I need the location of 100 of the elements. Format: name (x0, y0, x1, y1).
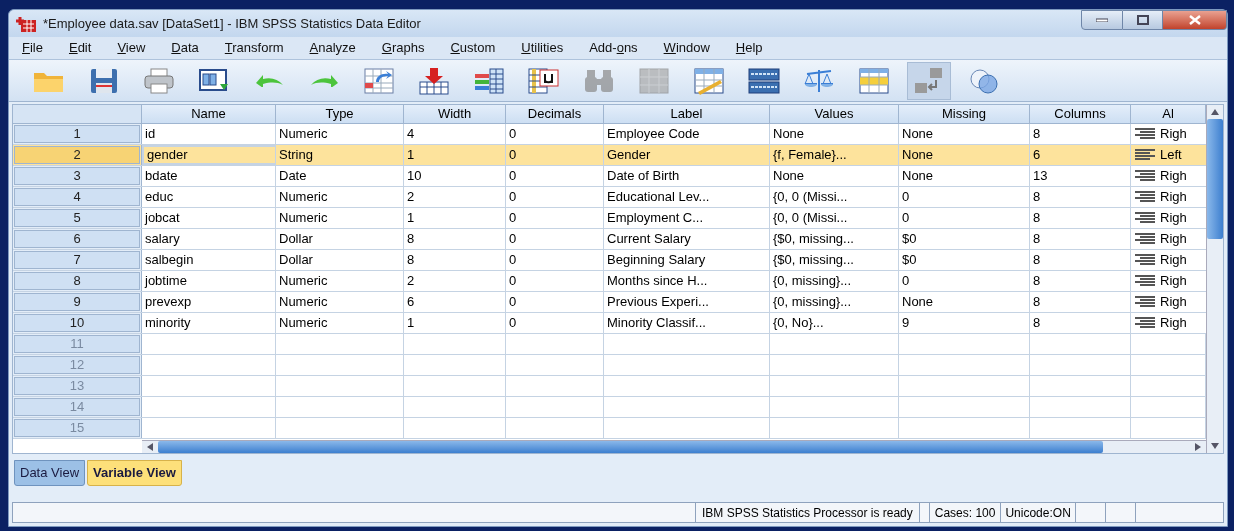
column-header[interactable]: Name (142, 105, 276, 123)
table-cell: Date (276, 166, 404, 186)
column-header[interactable]: Type (276, 105, 404, 123)
table-cell: Numeric (276, 313, 404, 333)
menu-item[interactable]: File (9, 37, 56, 59)
view-tab[interactable]: Data View (14, 460, 85, 486)
table-cell: gender (142, 145, 276, 165)
redo-arrow-icon (310, 74, 338, 87)
table-cell: None (770, 124, 899, 144)
table-cell: Righ (1131, 313, 1206, 333)
table-cell: 0 (899, 271, 1030, 291)
column-header[interactable]: Missing (899, 105, 1030, 123)
table-cell: Educational Lev... (604, 187, 770, 207)
table-cell: Beginning Salary (604, 250, 770, 270)
table-cell: educ (142, 187, 276, 207)
grid-down-arrow-icon (417, 65, 451, 96)
grid-icon (637, 65, 671, 96)
table-cell: Numeric (276, 187, 404, 207)
row-number[interactable]: 4 (14, 188, 140, 206)
table-cell: jobcat (142, 208, 276, 228)
table-cell: Righ (1131, 124, 1206, 144)
grid-arrow-icon (362, 65, 396, 96)
table-cell: minority (142, 313, 276, 333)
table-cell: jobtime (142, 271, 276, 291)
vertical-scrollbar[interactable] (1206, 105, 1223, 453)
table-cell: $0 (899, 229, 1030, 249)
table-cell: Minority Classif... (604, 313, 770, 333)
align-left-icon (1134, 149, 1156, 161)
column-header[interactable]: Label (604, 105, 770, 123)
table-cell: $0 (899, 250, 1030, 270)
row-number[interactable]: 7 (14, 251, 140, 269)
row-number[interactable]: 10 (14, 314, 140, 332)
scroll-down-icon (1211, 443, 1219, 449)
menu-item[interactable]: Custom (437, 37, 509, 59)
horizontal-scrollbar[interactable] (142, 440, 1206, 453)
table-cell: Date of Birth (604, 166, 770, 186)
row-number[interactable]: 6 (14, 230, 140, 248)
table-cell: Righ (1131, 229, 1206, 249)
status-text: Unicode:ON (1001, 503, 1076, 522)
table-cell: {0, No}... (770, 313, 899, 333)
menu-item[interactable]: Analyze (296, 37, 369, 59)
table-cell: 0 (506, 187, 604, 207)
column-header[interactable]: Width (404, 105, 506, 123)
align-right-icon (1134, 296, 1156, 308)
view-tab[interactable]: Variable View (87, 460, 182, 486)
table-cell: Months since H... (604, 271, 770, 291)
menu-item[interactable]: Utilities (508, 37, 577, 59)
grid-ruler-icon (692, 65, 726, 96)
menu-item[interactable]: Help (722, 37, 776, 59)
menu-item[interactable]: Edit (55, 37, 105, 59)
table-cell: {0, 0 (Missi... (770, 187, 899, 207)
table-cell: bdate (142, 166, 276, 186)
table-cell: {0, missing}... (770, 271, 899, 291)
row-number[interactable]: 5 (14, 209, 140, 227)
status-text: IBM SPSS Statistics Processor is ready (696, 503, 920, 522)
menu-item[interactable]: Window (650, 37, 723, 59)
table-cell: salary (142, 229, 276, 249)
column-header[interactable]: Columns (1030, 105, 1131, 123)
table-cell: 8 (1030, 124, 1131, 144)
menu-item[interactable]: View (104, 37, 159, 59)
maximize-button[interactable] (1123, 10, 1163, 30)
menu-item[interactable]: Data (158, 37, 212, 59)
table-cell: 2 (404, 271, 506, 291)
table-cell: Dollar (276, 250, 404, 270)
column-header[interactable]: Al (1131, 105, 1206, 123)
row-number[interactable]: 8 (14, 272, 140, 290)
menu-item[interactable]: Add-ons (576, 37, 651, 59)
table-cell: 13 (1030, 166, 1131, 186)
table-cell: 0 (899, 208, 1030, 228)
table-cell: {0, missing}... (770, 292, 899, 312)
table-cell: None (899, 166, 1030, 186)
table-cell: Righ (1131, 166, 1206, 186)
table-cell: 8 (404, 250, 506, 270)
table-cell: 6 (404, 292, 506, 312)
menu-item[interactable]: Transform (211, 37, 297, 59)
align-right-icon (1134, 128, 1156, 140)
column-header[interactable]: Values (770, 105, 899, 123)
row-number[interactable]: 1 (14, 125, 140, 143)
row-number[interactable]: 3 (14, 167, 140, 185)
table-cell: 0 (506, 313, 604, 333)
menu-item[interactable]: Graphs (368, 37, 438, 59)
table-cell: 8 (404, 229, 506, 249)
table-cell: 0 (506, 271, 604, 291)
row-number[interactable]: 9 (14, 293, 140, 311)
table-cell: 0 (506, 229, 604, 249)
column-header[interactable]: Decimals (506, 105, 604, 123)
table-cell: {$0, missing... (770, 229, 899, 249)
close-icon (1188, 15, 1201, 25)
minimize-icon (1096, 18, 1108, 22)
table-cell: 4 (404, 124, 506, 144)
row-number[interactable]: 2 (14, 146, 140, 164)
status-text: Cases: 100 (929, 503, 1002, 522)
align-right-icon (1134, 254, 1156, 266)
highlighted-grid-icon (857, 65, 891, 96)
table-cell: 8 (1030, 187, 1131, 207)
table-cell: Righ (1131, 271, 1206, 291)
table-cell: None (899, 145, 1030, 165)
scroll-left-icon (147, 443, 153, 451)
table-cell: Numeric (276, 271, 404, 291)
close-button[interactable] (1163, 10, 1227, 30)
